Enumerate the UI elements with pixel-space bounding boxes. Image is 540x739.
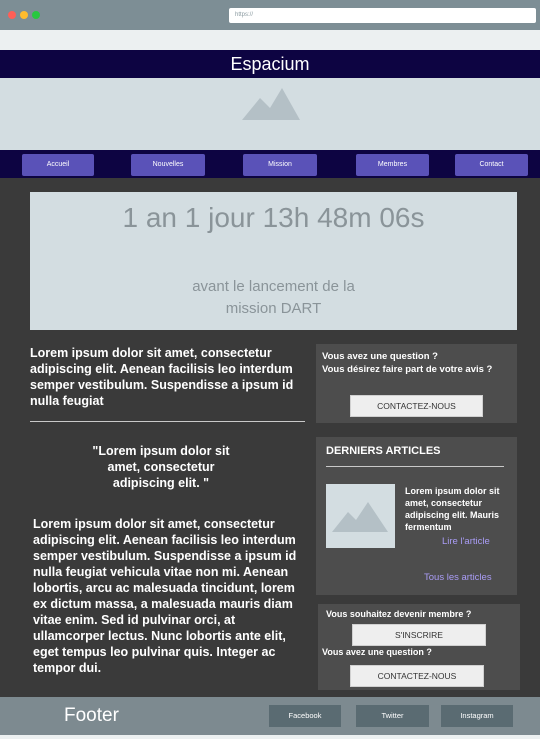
site-title: Espacium	[230, 54, 310, 74]
articles-divider	[326, 466, 504, 467]
all-articles-link[interactable]: Tous les articles	[424, 572, 492, 583]
close-window-icon[interactable]	[8, 11, 16, 19]
membership-card: Vous souhaitez devenir membre ? S'INSCRI…	[318, 604, 520, 690]
membership-question: Vous souhaitez devenir membre ?	[326, 609, 472, 619]
read-article-link[interactable]: Lire l'article	[442, 536, 490, 547]
articles-heading: DERNIERS ARTICLES	[326, 445, 441, 457]
contact-us-button[interactable]: CONTACTEZ-NOUS	[350, 395, 483, 417]
countdown-panel: 1 an 1 jour 13h 48m 06s avant le lanceme…	[30, 192, 517, 330]
maximize-window-icon[interactable]	[32, 11, 40, 19]
question-line: Vous avez une question ?	[322, 351, 438, 362]
minimize-window-icon[interactable]	[20, 11, 28, 19]
signup-button[interactable]: S'INSCRIRE	[352, 624, 486, 646]
article-excerpt: Lorem ipsum dolor sit amet, consectetur …	[405, 486, 500, 532]
image-placeholder-icon	[332, 502, 388, 532]
nav-mission-button[interactable]: Mission	[243, 154, 317, 176]
facebook-button[interactable]: Facebook	[269, 705, 341, 727]
countdown-caption: avant le lancement de la mission DART	[192, 278, 355, 317]
article-thumbnail[interactable]	[326, 484, 395, 548]
nav-membres-button[interactable]: Membres	[356, 154, 429, 176]
pull-quote: "Lorem ipsum dolor sit amet, consectetur…	[92, 444, 230, 490]
instagram-button[interactable]: Instagram	[441, 705, 513, 727]
nav-contact-button[interactable]: Contact	[455, 154, 528, 176]
footer-title: Footer	[64, 705, 119, 726]
main-navigation: Accueil Nouvelles Mission Membres Contac…	[0, 150, 540, 178]
contact-us-button[interactable]: CONTACTEZ-NOUS	[350, 665, 484, 687]
latest-articles-card: DERNIERS ARTICLES Lorem ipsum dolor sit …	[316, 437, 517, 595]
question-line: Vous avez une question ?	[322, 647, 432, 657]
feedback-line: Vous désirez faire part de votre avis ?	[322, 364, 493, 375]
countdown-timer: 1 an 1 jour 13h 48m 06s	[122, 202, 425, 233]
bottom-strip	[0, 735, 540, 739]
lead-paragraph: Lorem ipsum dolor sit amet, consectetur …	[30, 346, 294, 408]
image-placeholder-icon	[242, 88, 300, 120]
nav-accueil-button[interactable]: Accueil	[22, 154, 94, 176]
twitter-button[interactable]: Twitter	[356, 705, 429, 727]
body-paragraph: Lorem ipsum dolor sit amet, consectetur …	[33, 517, 297, 675]
nav-nouvelles-button[interactable]: Nouvelles	[131, 154, 205, 176]
top-spacer	[0, 30, 540, 50]
site-footer: Footer Facebook Twitter Instagram	[0, 697, 540, 735]
address-bar[interactable]: https://	[229, 8, 536, 23]
browser-toolbar: https://	[0, 0, 540, 30]
contact-card: Vous avez une question ? Vous désirez fa…	[316, 344, 517, 423]
section-divider	[30, 421, 305, 422]
site-header: Espacium	[0, 50, 540, 78]
